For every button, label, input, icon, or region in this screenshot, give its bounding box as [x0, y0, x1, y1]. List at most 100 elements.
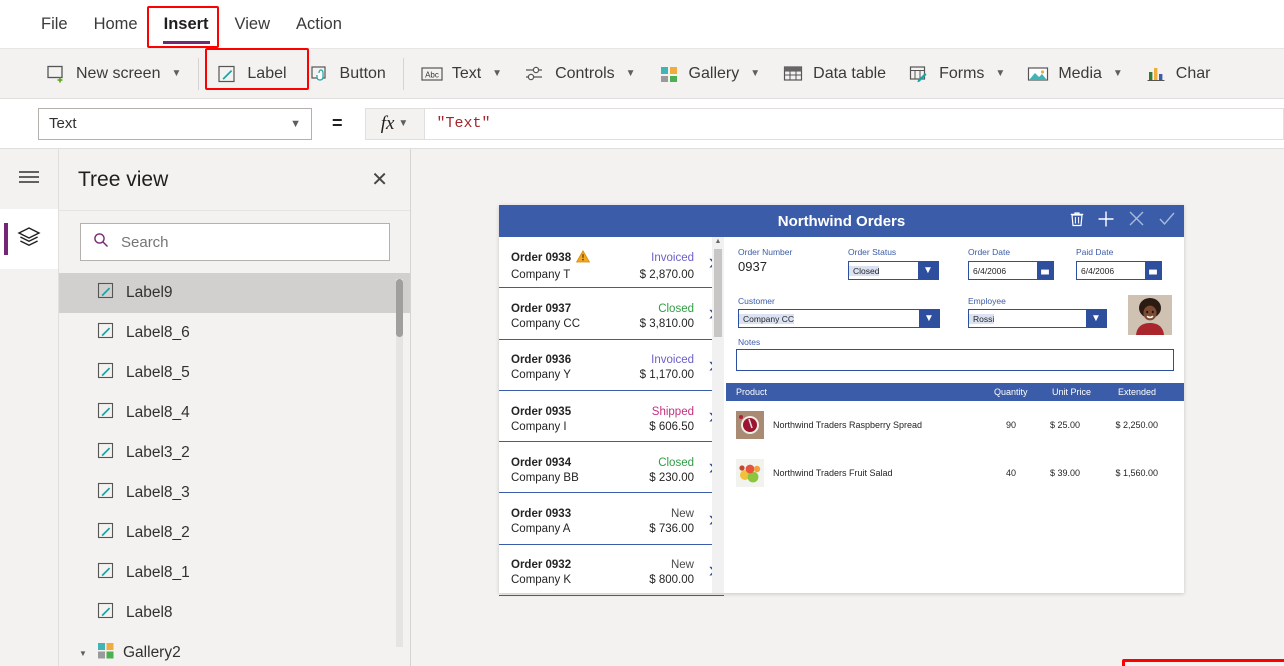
product-unit-price: $ 39.00: [1049, 468, 1080, 478]
ribbon-forms-button[interactable]: Forms ▼: [897, 57, 1016, 91]
calendar-icon[interactable]: [1145, 262, 1161, 279]
ribbon-divider: [402, 57, 404, 90]
search-input[interactable]: [119, 232, 377, 252]
order-status: Closed: [658, 302, 694, 315]
tree-node-label8-4[interactable]: Label8_4: [59, 393, 410, 433]
order-company: Company Y: [511, 369, 571, 382]
formula-bar: Text ▼ = fx ▼ "Text": [0, 99, 1284, 149]
order-number: Order 0935: [511, 405, 572, 418]
ribbon-controls-button[interactable]: Controls ▼: [513, 57, 646, 91]
chevron-down-icon[interactable]: ▼: [918, 262, 938, 279]
tree-view-header: Tree view ✕: [59, 149, 410, 211]
cancel-icon[interactable]: [1128, 210, 1145, 232]
menu-label: Insert: [163, 14, 209, 33]
hamburger-menu-button[interactable]: [0, 149, 58, 209]
check-icon[interactable]: [1158, 210, 1176, 232]
tree-scrollbar[interactable]: [396, 279, 403, 647]
tree-node-label8-1[interactable]: Label8_1: [59, 553, 410, 593]
menu-item-view[interactable]: View: [222, 9, 283, 40]
active-tab-underline: [162, 40, 210, 44]
scroll-up-icon[interactable]: ▲: [712, 237, 724, 247]
order-amount: $ 1,170.00: [639, 369, 694, 382]
tree-node-label8-2[interactable]: Label8_2: [59, 513, 410, 553]
order-status: New: [670, 559, 694, 572]
product-row[interactable]: Northwind Traders Fruit Salad 40 $ 39.00…: [726, 449, 1184, 497]
product-name: Northwind Traders Fruit Salad: [773, 468, 893, 478]
product-row[interactable]: Northwind Traders Raspberry Spread 90 $ …: [726, 401, 1184, 449]
chevron-down-icon[interactable]: ▼: [1086, 310, 1106, 327]
ribbon-new-screen-button[interactable]: New screen ▼: [34, 57, 192, 91]
menu-item-home[interactable]: Home: [81, 9, 151, 40]
tree-node-label3-2[interactable]: Label3_2: [59, 433, 410, 473]
tree-node-label8-6[interactable]: Label8_6: [59, 313, 410, 353]
ribbon-data-table-button[interactable]: Data table: [771, 57, 897, 91]
order-status-value: Closed: [849, 265, 880, 276]
forms-icon: [908, 63, 930, 85]
gallery-item[interactable]: Order 0932 New Company K $ 800.00 ›: [499, 545, 724, 597]
trash-icon[interactable]: [1070, 211, 1084, 232]
column-header-extended: Extended: [1118, 387, 1157, 397]
label-icon: [97, 602, 115, 625]
media-icon: [1027, 63, 1049, 85]
ribbon-gallery-button[interactable]: Gallery ▼: [647, 57, 772, 91]
tree-node-list: Label9 Label8_6 Label8_5 Label8_4 Label3…: [59, 273, 410, 666]
tree-node-label9[interactable]: Label9: [59, 273, 410, 313]
order-amount: $ 2,870.00: [639, 268, 694, 281]
gallery-scrollbar[interactable]: ▲: [712, 237, 724, 593]
gallery-scrollbar-thumb[interactable]: [714, 249, 722, 337]
menu-bar: File Home Insert View Action: [0, 0, 1284, 49]
chevron-down-icon[interactable]: ▼: [919, 310, 939, 327]
calendar-icon[interactable]: [1037, 262, 1053, 279]
gallery-icon: [97, 642, 115, 665]
property-selector[interactable]: Text ▼: [38, 107, 312, 140]
label-icon: [97, 362, 115, 385]
gallery-item[interactable]: Order 0935 Shipped Company I $ 606.50 ›: [499, 391, 724, 443]
order-company: Company BB: [511, 471, 579, 484]
formula-input[interactable]: "Text": [424, 107, 1284, 140]
ribbon-label: Media: [1058, 64, 1102, 82]
menu-item-action[interactable]: Action: [283, 9, 355, 40]
tree-scrollbar-thumb[interactable]: [396, 279, 403, 337]
customer-dropdown[interactable]: Company CC ▼: [738, 309, 940, 328]
menu-item-file[interactable]: File: [28, 9, 81, 40]
ribbon-media-button[interactable]: Media ▼: [1016, 57, 1133, 91]
tree-node-label8-3[interactable]: Label8_3: [59, 473, 410, 513]
gallery-item[interactable]: Order 0936 Invoiced Company Y $ 1,170.00…: [499, 340, 724, 391]
gallery-item[interactable]: Order 0937 Closed Company CC $ 3,810.00 …: [499, 288, 724, 340]
employee-dropdown[interactable]: Rossi ▼: [968, 309, 1107, 328]
tree-search-box[interactable]: [80, 223, 390, 261]
tree-node-label8-5[interactable]: Label8_5: [59, 353, 410, 393]
ribbon-label: Forms: [939, 64, 985, 82]
ribbon-button-button[interactable]: Button: [298, 57, 397, 91]
tree-node-gallery2[interactable]: ▼ Gallery2: [59, 633, 410, 666]
tree-node-label8[interactable]: Label8: [59, 593, 410, 633]
gallery-item[interactable]: Order 0933 New Company A $ 736.00 ›: [499, 493, 724, 545]
paid-date-field[interactable]: 6/4/2006: [1076, 261, 1162, 280]
ribbon-label: New screen: [76, 64, 161, 82]
ribbon-label: Gallery: [688, 64, 740, 82]
rail-item-tree-view[interactable]: [0, 209, 58, 269]
gallery-icon: [658, 63, 680, 85]
tree-search-wrapper: [59, 211, 410, 273]
fx-label: fx: [380, 112, 395, 134]
order-status-dropdown[interactable]: Closed ▼: [848, 261, 939, 280]
ribbon-toolbar: New screen ▼ Label Button Abc Text ▼ Con…: [0, 49, 1284, 99]
gallery-item[interactable]: Order 0938 Invoiced Company T $ 2,870.00…: [499, 237, 724, 289]
paid-date-value: 6/4/2006: [1081, 265, 1115, 276]
ribbon-label-button[interactable]: Label: [205, 57, 297, 91]
ribbon-chart-button[interactable]: Char: [1134, 57, 1222, 91]
ribbon-text-button[interactable]: Abc Text ▼: [410, 57, 513, 91]
notes-input[interactable]: [736, 349, 1174, 371]
column-header-product: Product: [736, 387, 768, 397]
gallery-item[interactable]: Order 0934 Closed Company BB $ 230.00 ›: [499, 442, 724, 494]
tree-node-label: Label8_6: [126, 324, 190, 341]
chevron-down-icon: ▼: [995, 68, 1006, 79]
order-date-field[interactable]: 6/4/2006: [968, 261, 1054, 280]
fx-button[interactable]: fx ▼: [364, 107, 425, 140]
new-screen-icon: [45, 63, 67, 85]
close-icon[interactable]: ✕: [371, 170, 388, 190]
expand-caret-icon[interactable]: ▼: [79, 649, 89, 658]
menu-item-insert[interactable]: Insert: [151, 9, 222, 44]
tree-node-label: Label8_1: [126, 564, 190, 581]
plus-icon[interactable]: [1097, 210, 1115, 233]
